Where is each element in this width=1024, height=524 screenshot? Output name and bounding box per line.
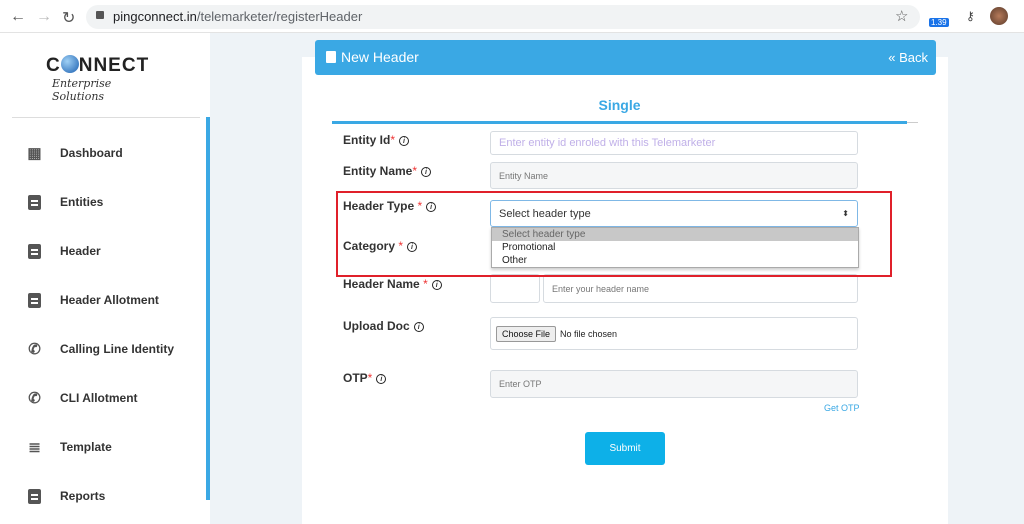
clipboard-icon [326,51,336,63]
key-icon[interactable]: ⚷ [966,9,975,23]
clipboard-icon [26,292,43,309]
sidebar-scrollbar[interactable] [206,117,210,500]
sidebar-item-label: Dashboard [60,146,123,160]
list-icon: ≣ [28,439,41,456]
sidebar-item-calling-line-identity[interactable]: ✆ Calling Line Identity [26,337,174,361]
info-icon[interactable]: i [399,136,410,146]
lock-icon [96,11,104,19]
page-header: New Header « Back [315,40,936,75]
header-name-input[interactable]: Enter your header name [543,274,858,303]
otp-label: OTP* i [343,371,387,385]
sidebar-item-entities[interactable]: Entities [26,190,103,214]
sidebar-item-label: Template [60,440,112,454]
sidebar: C NNECT Enterprise Solutions ▦ Dashboard E… [0,33,210,524]
url-path: /telemarketer/registerHeader [196,9,363,24]
extension-icon[interactable]: 1.39 [929,8,949,28]
phone-icon: ✆ [28,341,41,358]
choose-file-button[interactable]: Choose File [496,325,557,342]
info-icon[interactable]: i [421,167,432,177]
sidebar-item-cli-allotment[interactable]: ✆ CLI Allotment [26,386,138,410]
sidebar-item-label: Header [60,244,101,258]
extension-badge: 1.39 [929,18,949,27]
upload-doc-input[interactable]: Choose File No file chosen [490,317,858,350]
clipboard-icon [26,243,43,260]
page-title: New Header [341,49,419,65]
otp-input[interactable]: Enter OTP [490,370,858,398]
sidebar-item-header-allotment[interactable]: Header Allotment [26,288,159,312]
entity-name-label: Entity Name* i [343,164,432,178]
sidebar-item-template[interactable]: ≣ Template [26,435,112,459]
address-bar[interactable]: pingconnect.in/telemarketer/registerHead… [86,5,920,29]
sidebar-item-header[interactable]: Header [26,239,101,263]
connect-logo: C NNECT Enterprise Solutions [46,55,166,105]
get-otp-link[interactable]: Get OTP [824,403,860,413]
forward-arrow-icon[interactable]: → [36,8,52,26]
sidebar-item-dashboard[interactable]: ▦ Dashboard [26,141,123,165]
reload-icon[interactable]: ↻ [62,8,75,28]
bookmark-star-icon[interactable]: ☆ [895,7,908,25]
info-icon[interactable]: i [431,280,442,290]
clipboard-icon [26,488,43,505]
sidebar-item-label: CLI Allotment [60,391,138,405]
globe-icon [60,55,79,73]
back-button[interactable]: « Back [888,50,928,65]
sidebar-item-label: Entities [60,195,104,209]
header-prefix-input[interactable] [490,274,540,303]
logo-tagline: Enterprise Solutions [52,77,112,103]
sidebar-item-label: Calling Line Identity [60,342,175,356]
entity-id-label: Entity Id* i [343,133,410,147]
entity-id-input[interactable]: Enter entity id enroled with this Telema… [490,131,858,155]
divider [12,117,200,118]
dashboard-icon: ▦ [27,145,42,162]
file-status: No file chosen [560,328,618,339]
tab-single[interactable]: Single [332,97,907,113]
profile-avatar[interactable] [990,7,1008,25]
sidebar-item-reports[interactable]: Reports [26,484,105,508]
upload-doc-label: Upload Doc i [343,319,424,333]
sidebar-item-label: Reports [60,489,106,503]
header-name-label: Header Name * i [343,277,442,291]
tab-underline [332,121,907,124]
info-icon[interactable]: i [376,374,387,384]
info-icon[interactable]: i [413,322,424,332]
divider [907,122,918,123]
sidebar-item-label: Header Allotment [60,293,159,307]
highlight-box [336,191,892,277]
id-badge-icon [26,194,43,211]
phone-icon: ✆ [28,390,41,407]
back-arrow-icon[interactable]: ← [10,8,26,26]
browser-toolbar: ← → ↻ pingconnect.in/telemarketer/regist… [0,0,1024,33]
url-domain: pingconnect.in [113,9,197,24]
entity-name-input[interactable]: Entity Name [490,162,858,189]
submit-button[interactable]: Submit [585,432,665,465]
